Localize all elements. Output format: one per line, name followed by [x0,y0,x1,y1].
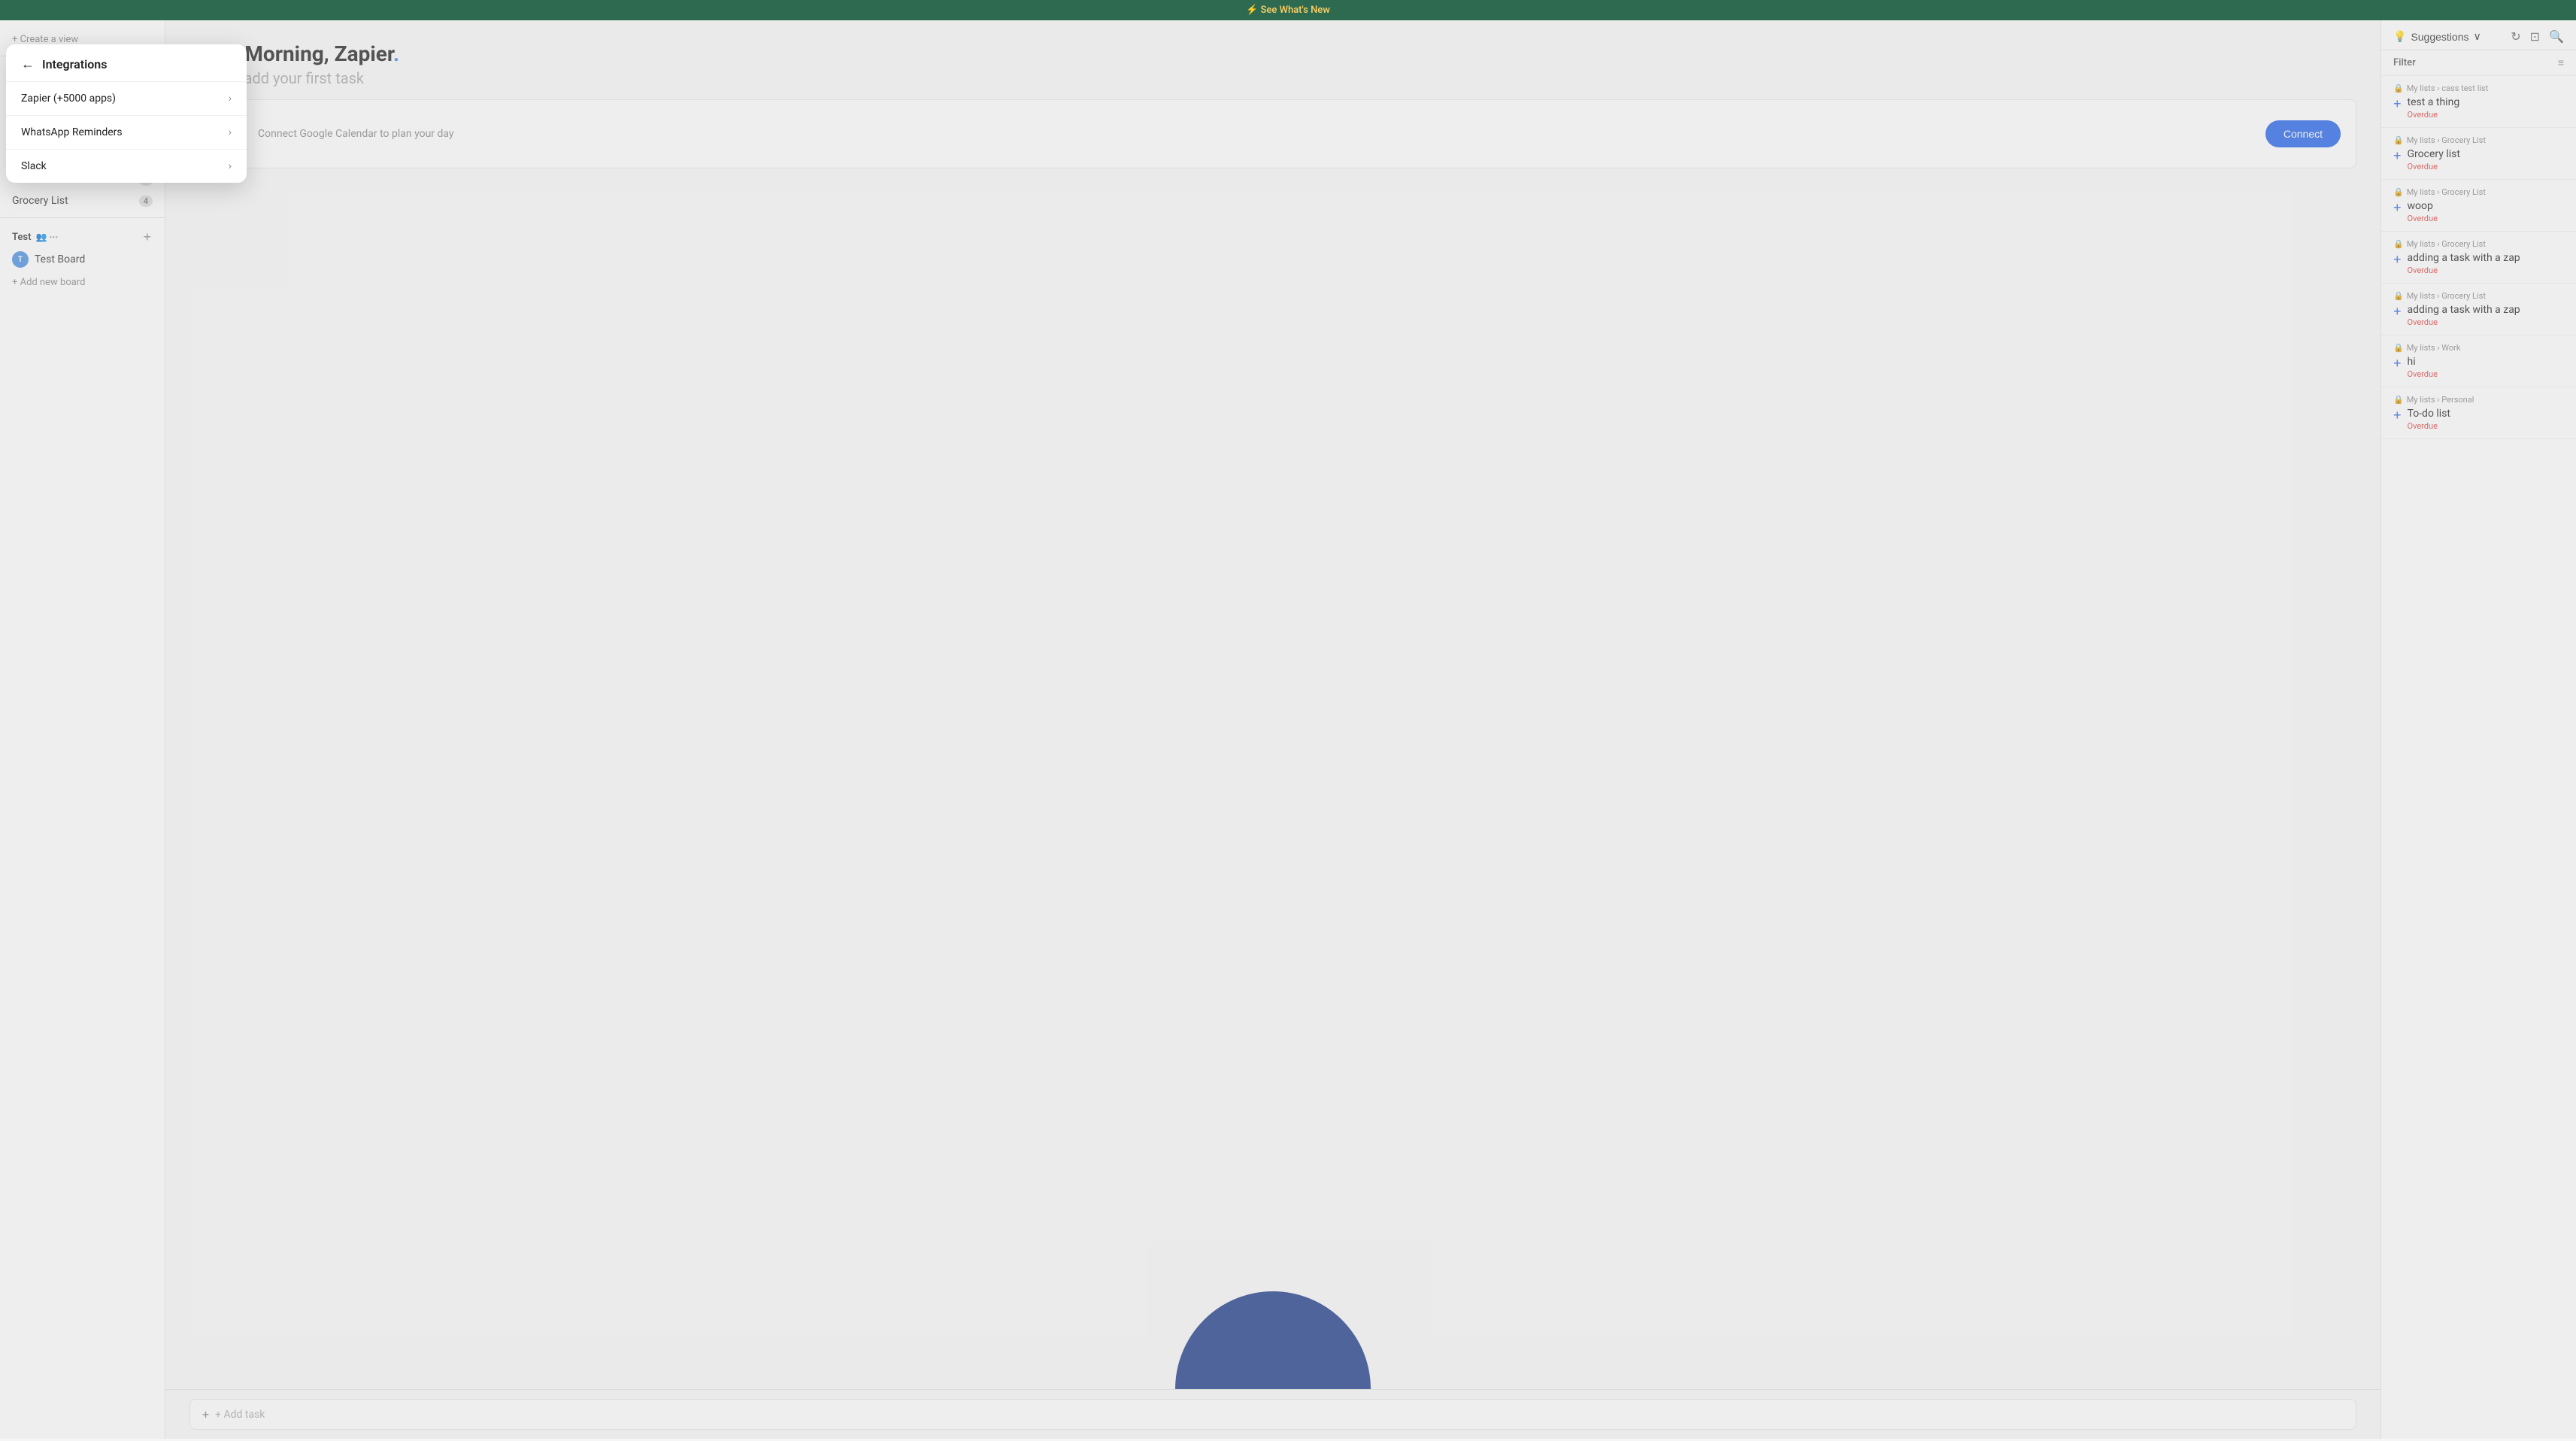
integration-name: Zapier (+5000 apps) [21,93,116,105]
chevron-right-icon: › [229,160,232,172]
integrations-panel: ← Integrations Zapier (+5000 apps) › Wha… [6,44,247,183]
dim-overlay [0,20,2576,1439]
banner-text: ⚡ See What's New [1246,5,1330,16]
integration-name: WhatsApp Reminders [21,126,123,138]
integrations-back-button[interactable]: ← [21,56,35,72]
integration-item-zapier[interactable]: Zapier (+5000 apps) › [6,82,247,116]
chevron-right-icon: › [229,126,232,138]
chevron-right-icon: › [229,93,232,105]
integration-item-slack[interactable]: Slack › [6,150,247,183]
integrations-header: ← Integrations [6,44,247,82]
back-arrow-icon: ← [21,56,35,72]
top-banner[interactable]: ⚡ See What's New [0,0,2576,20]
integration-item-whatsapp[interactable]: WhatsApp Reminders › [6,116,247,150]
integrations-title: Integrations [42,57,107,71]
integration-name: Slack [21,160,47,172]
